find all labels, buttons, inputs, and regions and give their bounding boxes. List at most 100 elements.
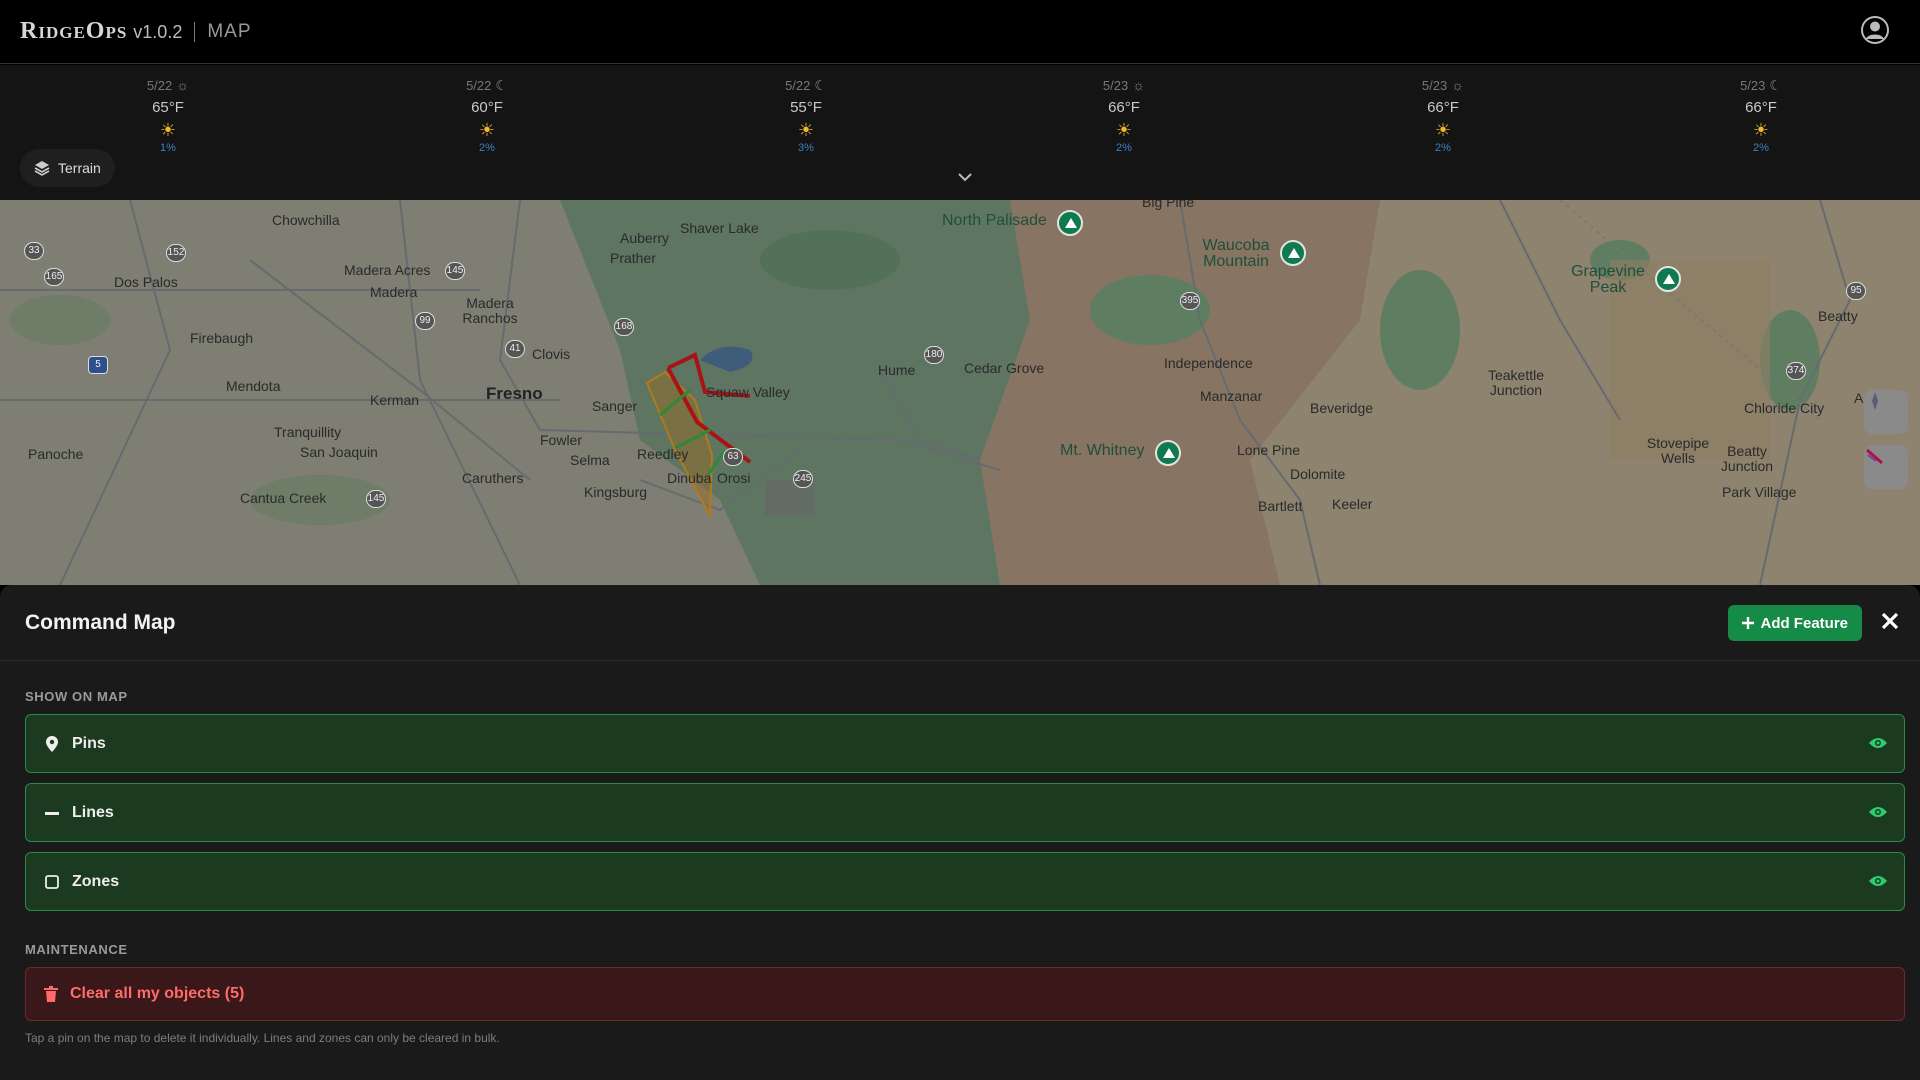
- map-label: Bartlett: [1258, 498, 1303, 514]
- map-label: Keeler: [1332, 496, 1373, 512]
- map-label: Park Village: [1722, 484, 1797, 500]
- brand-name: RidgeOps v1.0.2: [20, 18, 183, 44]
- terrain-layer-button[interactable]: Terrain: [20, 149, 115, 187]
- layer-label: Pins: [72, 734, 106, 752]
- precip-chance: 1%: [160, 142, 176, 154]
- layer-toggle-lines[interactable]: Lines: [25, 783, 1905, 842]
- map-label: Clovis: [532, 346, 571, 362]
- map-label: Selma: [570, 452, 610, 468]
- map-label: Beveridge: [1310, 400, 1374, 416]
- route-shield: 5: [88, 356, 108, 374]
- route-shield: 152: [166, 244, 186, 262]
- sun-icon: ☼: [176, 77, 190, 93]
- eye-icon[interactable]: [1868, 735, 1888, 751]
- eye-icon[interactable]: [1868, 873, 1888, 889]
- sun-icon: ☀: [1752, 120, 1770, 140]
- map-compass-button[interactable]: [1864, 390, 1908, 434]
- route-shield: 395: [1180, 292, 1200, 310]
- layers-icon: [34, 161, 50, 176]
- forecast-temp: 65°F: [152, 99, 184, 116]
- forecast-slot: 5/23 ☼ 66°F ☀ 2%: [1383, 77, 1503, 154]
- app-version: v1.0.2: [133, 22, 183, 42]
- clear-all-label: Clear all my objects (5): [70, 985, 245, 1002]
- moon-icon: ☾: [495, 76, 508, 93]
- header-divider: [194, 21, 196, 42]
- user-circle-icon[interactable]: [1860, 15, 1890, 45]
- route-shield: 374: [1786, 362, 1806, 380]
- precip-chance: 2%: [1116, 142, 1132, 154]
- forecast-slot: 5/22 ☾ 55°F ☀ 3%: [746, 76, 866, 155]
- sun-icon: ☼: [1451, 77, 1465, 93]
- forecast-slot: 5/23 ☼ 66°F ☀ 2%: [1064, 77, 1184, 154]
- map-label: Madera Acres: [344, 262, 431, 278]
- map-label: Fowler: [540, 432, 583, 448]
- route-shield: 95: [1846, 282, 1866, 300]
- map-label: Prather: [610, 250, 656, 266]
- command-map[interactable]: Chowchilla Dos Palos Madera Acres Madera…: [0, 200, 1920, 585]
- forecast-temp: 66°F: [1745, 99, 1777, 116]
- peak-label: Mt. Whitney: [1060, 442, 1145, 459]
- map-label: Dos Palos: [114, 274, 178, 290]
- forecast-temp: 66°F: [1427, 99, 1459, 116]
- route-shield: 145: [445, 262, 465, 280]
- map-label: Cantua Creek: [240, 490, 327, 506]
- route-shield: 63: [723, 448, 743, 466]
- helper-text: Tap a pin on the map to delete it indivi…: [25, 1031, 500, 1045]
- layer-label: Zones: [72, 872, 120, 890]
- map-draw-button[interactable]: [1864, 445, 1908, 489]
- forecast-date: 5/23 ☾: [1740, 76, 1782, 93]
- panel-header: Command Map Add Feature: [0, 585, 1920, 661]
- forecast-temp: 66°F: [1108, 99, 1140, 116]
- peak-marker-icon[interactable]: [1280, 240, 1306, 266]
- sun-icon: ☀: [1434, 120, 1452, 140]
- route-shield: 33: [24, 242, 44, 260]
- sun-icon: ☀: [159, 120, 177, 140]
- peak-marker-icon[interactable]: [1655, 266, 1681, 292]
- add-feature-button[interactable]: Add Feature: [1728, 605, 1862, 641]
- precip-chance: 2%: [1435, 142, 1451, 154]
- draw-icon: [1866, 448, 1883, 465]
- forecast-date: 5/22 ☾: [785, 76, 827, 93]
- forecast-temp: 55°F: [790, 99, 822, 116]
- map-label: Beatty: [1818, 308, 1858, 324]
- layer-toggle-zones[interactable]: Zones: [25, 852, 1905, 911]
- map-label: Squaw Valley: [706, 384, 790, 400]
- map-label: Dinuba: [667, 470, 712, 486]
- map-label: Tranquillity: [274, 424, 342, 440]
- map-label: Shaver Lake: [680, 220, 759, 236]
- route-shield: 41: [505, 340, 525, 358]
- map-label: Mendota: [226, 378, 281, 394]
- square-icon: [44, 874, 60, 890]
- precip-chance: 2%: [1753, 142, 1769, 154]
- map-label: Kerman: [370, 392, 420, 408]
- map-label: Independence: [1164, 355, 1253, 371]
- layer-toggle-pins[interactable]: Pins: [25, 714, 1905, 773]
- chevron-down-icon[interactable]: [955, 169, 975, 185]
- close-icon[interactable]: [1880, 609, 1900, 633]
- peak-marker-icon[interactable]: [1155, 440, 1181, 466]
- map-label: Firebaugh: [190, 330, 254, 346]
- map-base: [0, 200, 1920, 585]
- map-label: Manzanar: [1200, 388, 1263, 404]
- map-pin-icon: [44, 735, 60, 752]
- route-shield: 168: [614, 318, 634, 336]
- sun-icon: ☀: [797, 120, 815, 140]
- top-bar: RidgeOps v1.0.2 MAP: [0, 0, 1920, 64]
- clear-all-objects-button[interactable]: Clear all my objects (5): [25, 967, 1905, 1021]
- map-label: Madera Ranchos: [462, 295, 518, 326]
- forecast-date: 5/23 ☼: [1421, 77, 1465, 93]
- sun-icon: ☼: [1132, 77, 1146, 93]
- peak-marker-icon[interactable]: [1057, 210, 1083, 236]
- map-label: Cedar Grove: [964, 360, 1045, 376]
- map-label: Chloride City: [1744, 400, 1825, 416]
- eye-icon[interactable]: [1868, 804, 1888, 820]
- map-label: Big Pine: [1142, 200, 1195, 210]
- map-label: Teakettle Junction: [1487, 367, 1545, 398]
- forecast-date: 5/23 ☼: [1102, 77, 1146, 93]
- map-label: Hume: [878, 362, 916, 378]
- map-label: Dolomite: [1290, 466, 1346, 482]
- map-label: Kingsburg: [584, 484, 648, 500]
- route-shield: 99: [415, 312, 435, 330]
- maintenance-heading: MAINTENANCE: [25, 942, 128, 957]
- plus-icon: [1742, 617, 1755, 629]
